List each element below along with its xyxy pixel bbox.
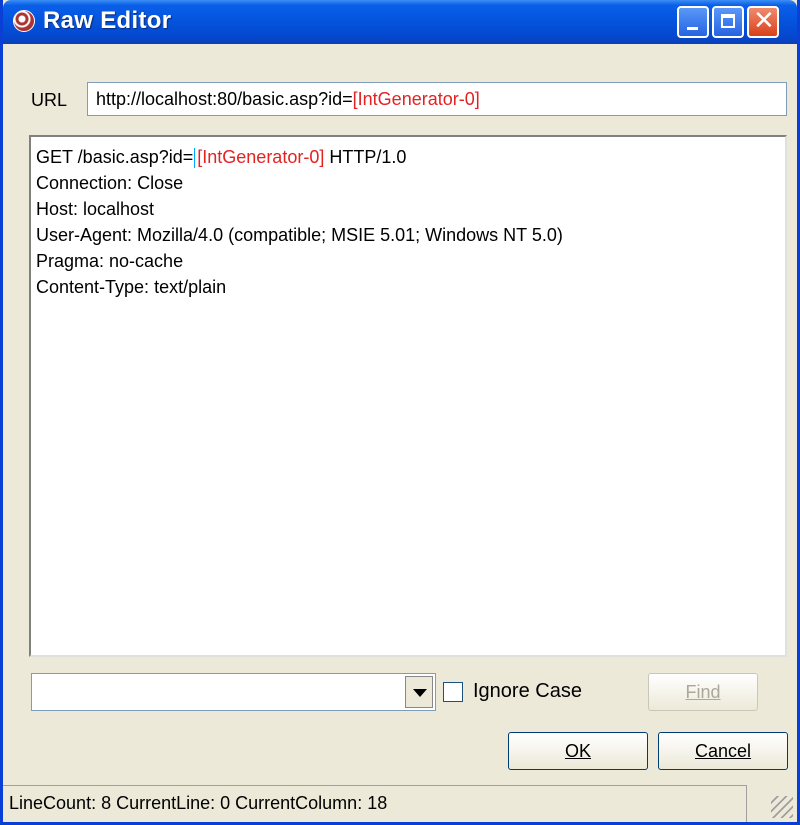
raw-editor-window: Raw Editor ✕ URL http://localhost:80/bas… (0, 0, 800, 825)
request-line-token: [IntGenerator-0] (197, 147, 325, 167)
maximize-button[interactable] (712, 6, 744, 38)
url-value-prefix: http://localhost:80/basic.asp?id= (96, 89, 353, 109)
app-icon[interactable] (13, 10, 35, 32)
header-line: Host: localhost (36, 199, 155, 219)
request-editor[interactable]: GET /basic.asp?id= [IntGenerator-0] HTTP/… (29, 135, 787, 657)
resize-grip-icon[interactable] (771, 796, 793, 818)
request-line: GET /basic.asp?id= [IntGenerator-0] HTTP/… (36, 144, 785, 170)
ok-button-label: OK (564, 741, 591, 761)
url-label: URL (31, 90, 68, 110)
status-bar: LineCount: 8 CurrentLine: 0 CurrentColum… (3, 785, 797, 822)
title-bar[interactable]: Raw Editor ✕ (3, 0, 797, 44)
find-button[interactable]: Find (648, 673, 758, 711)
cancel-button-label: Cancel (694, 741, 752, 761)
dropdown-arrow-icon (413, 689, 427, 697)
minimize-icon (687, 27, 698, 30)
maximize-icon (721, 14, 735, 28)
header-line: Connection: Close (36, 173, 184, 193)
request-line-prefix: GET /basic.asp?id= (36, 147, 194, 167)
url-value-token: [IntGenerator-0] (352, 89, 480, 109)
url-field[interactable]: http://localhost:80/basic.asp?id=[IntGen… (87, 82, 787, 116)
status-text: LineCount: 8 CurrentLine: 0 CurrentColum… (9, 793, 388, 813)
ignore-case-checkbox[interactable] (443, 682, 463, 702)
cancel-button[interactable]: Cancel (658, 732, 788, 770)
find-button-label: Find (685, 682, 721, 702)
minimize-button[interactable] (677, 6, 709, 38)
header-line: User-Agent: Mozilla/4.0 (compatible; MSI… (36, 225, 563, 245)
search-combo[interactable] (31, 673, 436, 711)
close-icon: ✕ (753, 6, 775, 36)
header-line: Pragma: no-cache (36, 251, 184, 271)
text-cursor (194, 148, 196, 169)
search-dropdown-button[interactable] (405, 676, 433, 708)
ok-button[interactable]: OK (508, 732, 648, 770)
window-title: Raw Editor (43, 7, 172, 34)
ignore-case-label[interactable]: Ignore Case (473, 680, 582, 703)
header-line: Content-Type: text/plain (36, 277, 227, 297)
close-button[interactable]: ✕ (747, 6, 779, 38)
request-line-suffix: HTTP/1.0 (324, 147, 407, 167)
